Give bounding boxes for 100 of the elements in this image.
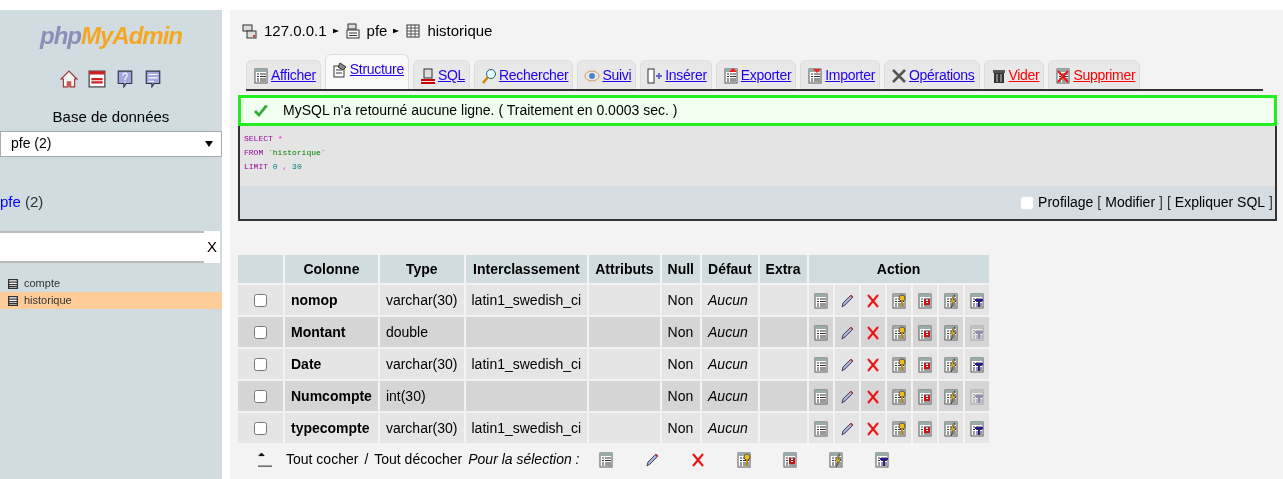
table-t-icon[interactable] [968,292,985,309]
database-select[interactable]: pfe (2) [0,130,222,157]
table-icon[interactable] [812,420,829,437]
table-icon[interactable] [812,356,829,373]
table-cell: varchar(30) [379,413,464,443]
key-icon[interactable] [890,324,907,341]
cross-icon[interactable] [864,324,881,341]
table-u-icon[interactable] [916,356,933,373]
table-u-icon[interactable] [916,388,933,405]
table-icon[interactable] [812,324,829,341]
table-icon[interactable] [597,451,614,468]
pencil-icon[interactable] [643,451,660,468]
drop-table-icon [1055,67,1072,84]
table-cell: Aucun [702,413,758,443]
table-cell: Non [661,413,700,443]
filter-field[interactable] [0,231,204,263]
table-u-icon[interactable] [916,292,933,309]
cross-icon[interactable] [864,356,881,373]
column-header: Colonne [285,255,378,283]
pencil-icon[interactable] [838,388,855,405]
table-icon[interactable] [812,292,829,309]
profiling-checkbox[interactable] [1020,195,1035,210]
table-t-icon[interactable] [968,356,985,373]
export-icon [722,67,739,84]
pencil-icon[interactable] [838,420,855,437]
row-checkbox[interactable] [254,326,267,340]
column-header: Défaut [702,255,758,283]
tab[interactable]: Afficher [246,60,321,89]
speech-bubble-icon[interactable] [144,70,162,88]
bracket: ] [1269,193,1273,212]
check-all-link[interactable]: Tout cocher [286,449,359,470]
message-text: MySQL n'a retourné aucune ligne. ( Traitement en 0.0003 sec. ) [283,101,678,120]
key-icon[interactable] [890,420,907,437]
help-icon[interactable] [116,70,134,88]
row-checkbox[interactable] [254,358,267,372]
table-cell: Aucun [702,381,758,411]
database-icon [344,23,361,39]
key-icon[interactable] [890,292,907,309]
tab[interactable]: Rechercher [474,60,574,89]
table-icon [405,23,422,39]
sql-window-icon[interactable] [88,70,106,88]
separator: / [364,450,369,469]
table-icon [8,294,18,307]
table-u-icon[interactable] [916,420,933,437]
table-icon[interactable] [812,388,829,405]
uncheck-all-link[interactable]: Tout décocher [374,449,463,470]
column-header: Type [379,255,464,283]
table-u-icon[interactable] [916,324,933,341]
key-icon[interactable] [890,388,907,405]
table-cell: latin1_swedish_ci [465,349,588,379]
database-link[interactable]: pfe (2) [0,192,44,210]
sql-query: SELECT * FROM `historique` LIMIT 0 , 30 [243,133,327,173]
cross-icon[interactable] [864,388,881,405]
lightning-icon[interactable] [942,292,959,309]
tab[interactable]: Structure [324,54,409,89]
bracket: [ [1097,193,1102,212]
tab[interactable]: Opérations [884,60,980,89]
breadcrumb-link[interactable]: 127.0.0.1 [264,19,327,43]
table-t-icon[interactable] [968,420,985,437]
lightning-icon[interactable] [942,388,959,405]
sql-link[interactable]: Modifier [1105,192,1156,213]
lightning-icon[interactable] [942,324,959,341]
table-cell: Montant [285,317,378,347]
pencil-icon[interactable] [838,356,855,373]
row-checkbox[interactable] [254,422,267,436]
table-cell: latin1_swedish_ci [465,285,588,315]
bracket: [ [1166,193,1171,212]
table-cell: Numcompte [285,381,378,411]
breadcrumb-link[interactable]: historique [427,19,493,43]
table-t-icon[interactable] [873,451,890,468]
pencil-icon[interactable] [838,324,855,341]
table-cell: int(30) [379,381,464,411]
tab[interactable]: Suivi [577,60,637,89]
tab[interactable]: Importer [800,60,880,89]
lightning-icon[interactable] [942,356,959,373]
sql-link[interactable]: Expliquer SQL [1174,192,1266,213]
row-checkbox[interactable] [254,390,267,404]
tab[interactable]: SQL [412,60,471,89]
cross-icon[interactable] [864,292,881,309]
cross-icon[interactable] [864,420,881,437]
key-icon[interactable] [890,356,907,373]
tab[interactable]: Insérer [640,60,712,89]
breadcrumb-link[interactable]: pfe [366,19,388,43]
table-cell: varchar(30) [379,285,464,315]
lightning-icon[interactable] [827,451,844,468]
cross-icon[interactable] [689,451,706,468]
database-label: Base de données [51,107,171,127]
table-list-item[interactable]: compte [0,275,222,292]
tab[interactable]: Exporter [715,60,797,89]
table-cell: Aucun [702,317,758,347]
home-icon[interactable] [60,70,78,88]
insert-row-icon [647,67,664,84]
key-icon[interactable] [735,451,752,468]
table-u-icon[interactable] [781,451,798,468]
magnifier-icon [481,67,498,84]
table-list-item[interactable]: historique [0,292,222,309]
row-checkbox[interactable] [254,294,267,308]
lightning-icon[interactable] [942,420,959,437]
pencil-icon[interactable] [838,292,855,309]
dropdown-caret-icon [205,139,213,148]
